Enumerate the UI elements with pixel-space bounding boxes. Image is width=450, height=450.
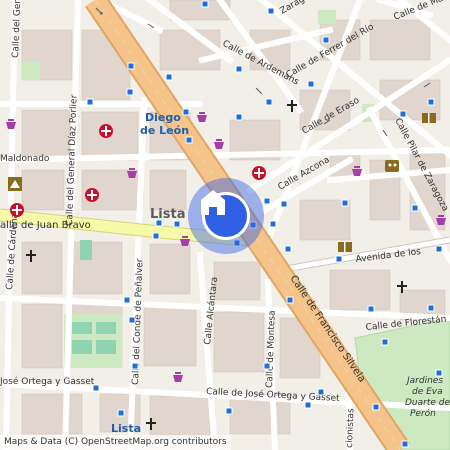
monument-icon xyxy=(8,177,22,191)
street-label-maldonado: Maldonado xyxy=(0,154,50,164)
park-label-jardines-4: Perón xyxy=(410,408,436,419)
area-label-lista: Lista xyxy=(150,207,185,222)
theatre-icon xyxy=(385,160,399,172)
metro-label-diego-de-leon-2: de León xyxy=(140,124,189,137)
hospital-icon xyxy=(10,203,24,217)
home-location-marker[interactable] xyxy=(188,178,264,254)
hospital-icon xyxy=(85,188,99,202)
park-label-jardines-3: Duarte de xyxy=(405,398,450,408)
hospital-icon xyxy=(99,124,113,138)
metro-label-diego-de-leon-1: Diego xyxy=(145,111,181,124)
map-attribution: Maps & Data (C) OpenStreetMap.org contri… xyxy=(0,435,231,450)
park-label-jardines-2: de Eva xyxy=(412,387,443,397)
library-icon xyxy=(422,113,436,123)
street-label-ortega-left: José Ortega y Gasset xyxy=(0,376,95,387)
park-label-jardines-1: Jardines xyxy=(405,376,443,386)
library-icon xyxy=(338,242,352,252)
home-icon xyxy=(201,190,225,215)
map-view[interactable]: Zaragoza Calle de María Calle de Ardeman… xyxy=(0,0,450,450)
metro-label-lista: Lista xyxy=(111,422,141,435)
street-label-cioccionistas: cionistas xyxy=(345,408,356,448)
